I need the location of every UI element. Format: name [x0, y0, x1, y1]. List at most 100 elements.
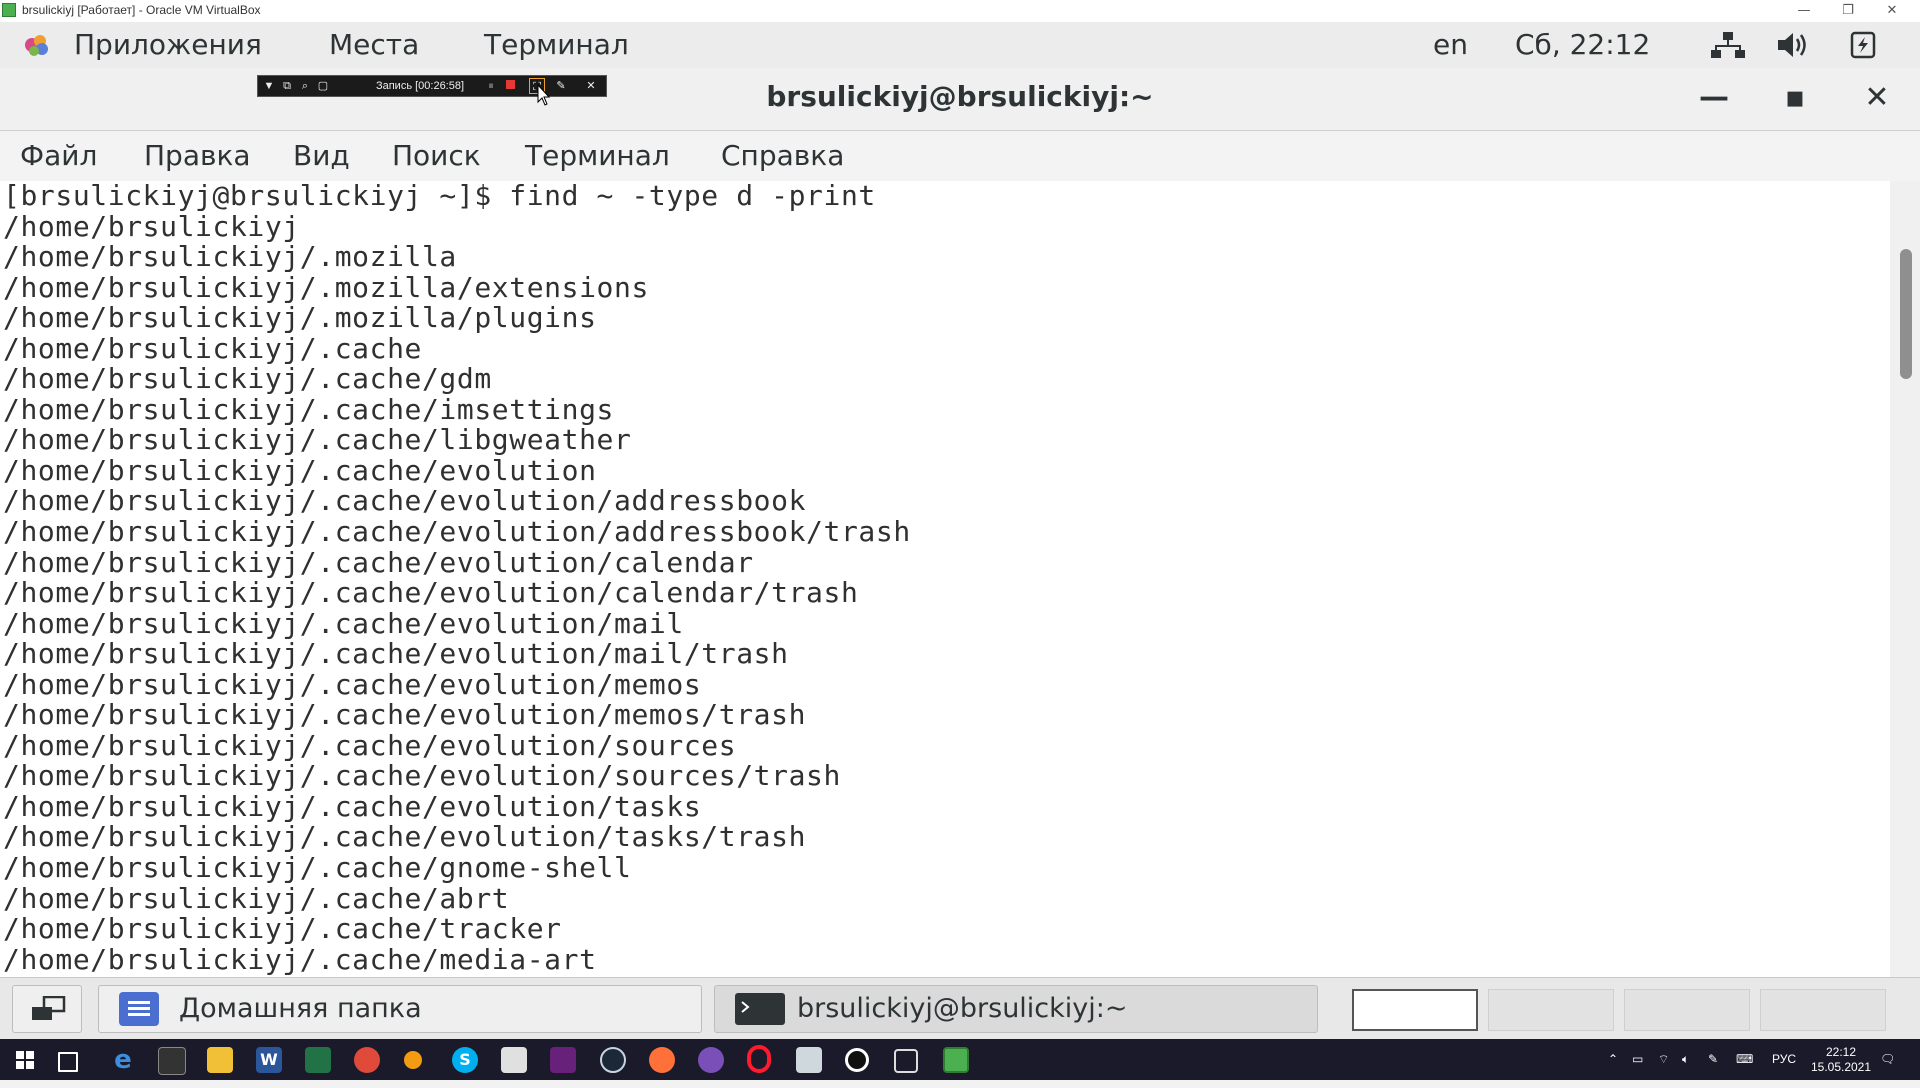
- cmd-icon[interactable]: [158, 1047, 186, 1075]
- terminal-scrollbar-thumb[interactable]: [1900, 249, 1912, 379]
- document-icon[interactable]: [501, 1047, 527, 1073]
- applications-menu[interactable]: Приложения: [74, 22, 262, 68]
- terminal-output-line: /home/brsulickiyj/.cache/gdm: [3, 362, 492, 396]
- recorder-close-icon[interactable]: ✕: [584, 78, 598, 94]
- terminal-close-button[interactable]: ✕: [1855, 78, 1899, 118]
- recorder-zoom-icon[interactable]: ⌕: [298, 78, 312, 94]
- tray-volume-icon[interactable]: 🔈︎: [1682, 1039, 1689, 1080]
- menu-help[interactable]: Справка: [721, 131, 844, 181]
- menu-search[interactable]: Поиск: [392, 131, 481, 181]
- host-minimize-button[interactable]: —: [1782, 0, 1826, 22]
- tray-keyboard-icon[interactable]: ⌨: [1736, 1039, 1753, 1080]
- terminal-output-line: /home/brsulickiyj/.cache/evolution/memos…: [3, 698, 807, 732]
- recorder-window-icon[interactable]: ⧉: [280, 78, 294, 94]
- tray-wifi-icon[interactable]: ⌔: [1658, 1039, 1669, 1080]
- gnome-logo-icon[interactable]: [20, 32, 54, 58]
- recorder-pause-icon[interactable]: ⏸: [484, 78, 498, 94]
- task-home-folder[interactable]: Домашняя папка: [98, 985, 702, 1033]
- terminal-output-line: /home/brsulickiyj/.cache/evolution/mail/…: [3, 637, 789, 671]
- mouse-cursor-icon: [537, 83, 551, 106]
- network-icon[interactable]: [1710, 30, 1746, 60]
- task-terminal-label: brsulickiyj@brsulickiyj:~: [797, 993, 1128, 1024]
- terminal-output-line: /home/brsulickiyj/.mozilla/plugins: [3, 301, 597, 335]
- menu-edit[interactable]: Правка: [144, 131, 251, 181]
- terminal-lines: [brsulickiyj@brsulickiyj ~]$ find ~ -typ…: [3, 181, 911, 975]
- tray-date[interactable]: 15.05.2021: [1808, 1047, 1874, 1088]
- app-orange-icon[interactable]: [404, 1051, 422, 1069]
- opera-icon[interactable]: [747, 1045, 771, 1073]
- keyboard-layout-indicator[interactable]: en: [1433, 22, 1468, 68]
- visual-studio-icon[interactable]: [550, 1047, 576, 1073]
- app-gray-icon[interactable]: [796, 1047, 822, 1073]
- terminal-output-line: /home/brsulickiyj/.cache/evolution/calen…: [3, 576, 859, 610]
- show-desktop-button[interactable]: [12, 985, 82, 1033]
- recorder-pen-icon[interactable]: ✎: [554, 78, 568, 94]
- tray-expand-icon[interactable]: ⌃: [1608, 1039, 1618, 1080]
- power-menu-icon[interactable]: [1846, 30, 1882, 60]
- virtualbox-title: brsulickiyj [Работает] - Oracle VM Virtu…: [22, 3, 261, 17]
- task-view-icon[interactable]: [58, 1052, 78, 1072]
- gnome-top-bar: Приложения Места Терминал en Сб, 22:12: [0, 22, 1920, 69]
- screen-recorder-toolbar: ▼ ⧉ ⌕ ▢ Запись [00:26:58] ⏸ ⛶ ✎ ✕: [257, 75, 607, 97]
- menu-file[interactable]: Файл: [20, 131, 97, 181]
- terminal-minimize-button[interactable]: —: [1692, 78, 1736, 118]
- host-close-button[interactable]: ✕: [1870, 0, 1914, 22]
- workspace-3[interactable]: [1624, 989, 1750, 1031]
- terminal-output-line: /home/brsulickiyj/.cache/evolution: [3, 453, 597, 487]
- recorder-stop-icon[interactable]: [504, 78, 516, 94]
- cube-app-icon[interactable]: [894, 1049, 918, 1073]
- terminal-output-line: /home/brsulickiyj/.cache/abrt: [3, 881, 510, 915]
- terminal-scrollbar[interactable]: [1890, 181, 1920, 977]
- host-restore-button[interactable]: ❐: [1826, 0, 1870, 22]
- places-menu[interactable]: Места: [329, 22, 419, 68]
- terminal-output-line: /home/brsulickiyj/.cache/evolution/memos: [3, 667, 702, 701]
- terminal-output[interactable]: [brsulickiyj@brsulickiyj ~]$ find ~ -typ…: [0, 181, 1890, 977]
- word-icon[interactable]: W: [256, 1047, 282, 1073]
- file-manager-icon: [119, 992, 159, 1026]
- windows-taskbar: e W S ⌃ ▭ ⌔ 🔈︎ ✎ ⌨ РУС 22:12 15.05.2021 …: [0, 1039, 1920, 1080]
- terminal-output-line: /home/brsulickiyj/.cache/media-art: [3, 942, 597, 976]
- tray-language[interactable]: РУС: [1772, 1039, 1796, 1080]
- recorder-app-icon[interactable]: [845, 1048, 869, 1072]
- gnome-window-list: Домашняя папка brsulickiyj@brsulickiyj:~: [0, 977, 1920, 1040]
- recorder-dropdown-icon[interactable]: ▼: [262, 78, 276, 94]
- explorer-icon[interactable]: [207, 1047, 233, 1073]
- workspace-4[interactable]: [1760, 989, 1886, 1031]
- terminal-output-line: /home/brsulickiyj/.cache/imsettings: [3, 392, 615, 426]
- terminal-output-line: /home/brsulickiyj/.cache/libgweather: [3, 423, 632, 457]
- skype-icon[interactable]: S: [452, 1047, 478, 1073]
- tray-pen-icon[interactable]: ✎: [1708, 1039, 1718, 1080]
- menu-view[interactable]: Вид: [293, 131, 350, 181]
- workspace-2[interactable]: [1488, 989, 1614, 1031]
- clock[interactable]: Сб, 22:12: [1515, 22, 1650, 68]
- terminal-output-line: /home/brsulickiyj/.cache/evolution/tasks…: [3, 820, 807, 854]
- virtualbox-titlebar: brsulickiyj [Работает] - Oracle VM Virtu…: [0, 0, 1920, 22]
- task-home-folder-label: Домашняя папка: [179, 993, 422, 1024]
- terminal-command-line: [brsulickiyj@brsulickiyj ~]$ find ~ -typ…: [3, 181, 876, 212]
- virtualbox-icon: [2, 3, 16, 17]
- recorder-region-icon[interactable]: ▢: [316, 78, 330, 94]
- tray-battery-icon[interactable]: ▭: [1632, 1039, 1643, 1080]
- firefox-icon[interactable]: [649, 1047, 675, 1073]
- workspace-1[interactable]: [1352, 989, 1478, 1031]
- terminal-menubar: Файл Правка Вид Поиск Терминал Справка: [0, 131, 1920, 182]
- menu-terminal[interactable]: Терминал: [525, 131, 670, 181]
- terminal-output-line: /home/brsulickiyj/.cache: [3, 331, 422, 365]
- steam-icon[interactable]: [600, 1047, 626, 1073]
- terminal-output-line: /home/brsulickiyj/.cache/gnome-shell: [3, 851, 632, 885]
- volume-icon[interactable]: [1776, 30, 1812, 60]
- notification-icon[interactable]: 🗨︎: [1880, 1039, 1895, 1080]
- edge-icon[interactable]: e: [110, 1047, 136, 1073]
- excel-icon[interactable]: [305, 1047, 331, 1073]
- windows-start-icon[interactable]: [12, 1047, 38, 1073]
- terminal-maximize-button[interactable]: ▪: [1773, 78, 1817, 118]
- chrome-icon[interactable]: [354, 1047, 380, 1073]
- terminal-output-line: /home/brsulickiyj/.mozilla: [3, 240, 457, 274]
- task-terminal[interactable]: brsulickiyj@brsulickiyj:~: [714, 985, 1318, 1033]
- browser-icon[interactable]: [698, 1047, 724, 1073]
- terminal-output-line: /home/brsulickiyj/.cache/evolution/sourc…: [3, 728, 737, 762]
- terminal-app-menu[interactable]: Терминал: [484, 22, 629, 68]
- virtualbox-taskbar-icon[interactable]: [943, 1047, 969, 1073]
- terminal-output-line: /home/brsulickiyj/.cache/evolution/mail: [3, 606, 684, 640]
- terminal-output-line: /home/brsulickiyj/.cache/evolution/tasks: [3, 789, 702, 823]
